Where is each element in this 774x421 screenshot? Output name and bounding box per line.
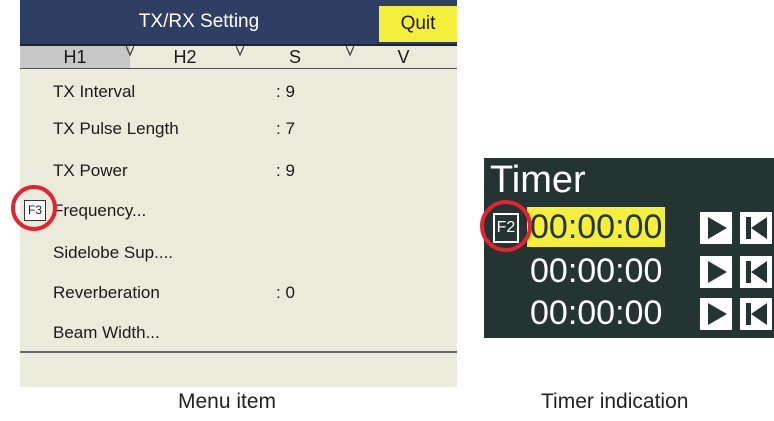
timer-reset-button[interactable] (738, 210, 774, 246)
tab-s[interactable]: S (240, 46, 350, 68)
menu-item-tx-power[interactable]: TX Power (53, 161, 128, 181)
timer-reset-button[interactable] (738, 254, 774, 290)
play-icon (708, 217, 727, 239)
menu-item-reverberation[interactable]: Reverberation (53, 283, 160, 303)
timer-display-2: 00:00:00 (530, 252, 663, 290)
menu-value-tx-pulse-length: : 7 (276, 119, 295, 138)
menu-bottom-divider (20, 351, 457, 353)
tab-separator (126, 46, 134, 57)
menu-item-tx-interval[interactable]: TX Interval (53, 82, 135, 102)
timer-title: Timer (490, 159, 586, 201)
menu-value-tx-interval: : 9 (276, 82, 295, 101)
tabs-divider (20, 68, 457, 69)
timer-reset-button[interactable] (738, 296, 774, 332)
play-icon (708, 303, 727, 325)
play-icon (708, 261, 727, 283)
reset-icon (746, 261, 767, 283)
timer-indication-caption: Timer indication (541, 390, 689, 413)
menu-item-frequency[interactable]: Frequency... (53, 201, 146, 221)
menu-title: TX/RX Setting (138, 11, 260, 32)
menu-title-bar: TX/RX Setting Quit (20, 0, 457, 46)
callout-circle-f3 (11, 185, 57, 231)
timer-display-3: 00:00:00 (530, 294, 663, 332)
tab-separator (346, 46, 354, 57)
menu-tabs: H1 H2 S V (20, 46, 457, 68)
menu-item-beam-width[interactable]: Beam Width... (53, 323, 160, 343)
menu-item-caption: Menu item (178, 390, 277, 413)
reset-icon (746, 303, 767, 325)
menu-item-sidelobe-sup[interactable]: Sidelobe Sup.... (53, 243, 173, 263)
timer-start-button[interactable] (698, 210, 734, 246)
menu-panel: TX/RX Setting Quit H1 H2 S V TX Interval… (20, 0, 457, 387)
menu-value-reverberation: : 0 (276, 283, 295, 302)
timer-start-button[interactable] (698, 296, 734, 332)
tab-h2[interactable]: H2 (130, 46, 240, 68)
callout-circle-f2 (480, 200, 532, 252)
tab-v[interactable]: V (350, 46, 457, 68)
timer-panel: Timer F2 00:00:00 00:00:00 00:00:00 (484, 158, 774, 338)
tab-separator (236, 46, 244, 57)
menu-value-tx-power: : 9 (276, 161, 295, 180)
tab-h1[interactable]: H1 (20, 46, 130, 68)
timer-display-1: 00:00:00 (527, 207, 666, 247)
reset-icon (746, 217, 767, 239)
menu-item-tx-pulse-length[interactable]: TX Pulse Length (53, 119, 179, 139)
quit-button[interactable]: Quit (379, 6, 457, 42)
timer-start-button[interactable] (698, 254, 734, 290)
